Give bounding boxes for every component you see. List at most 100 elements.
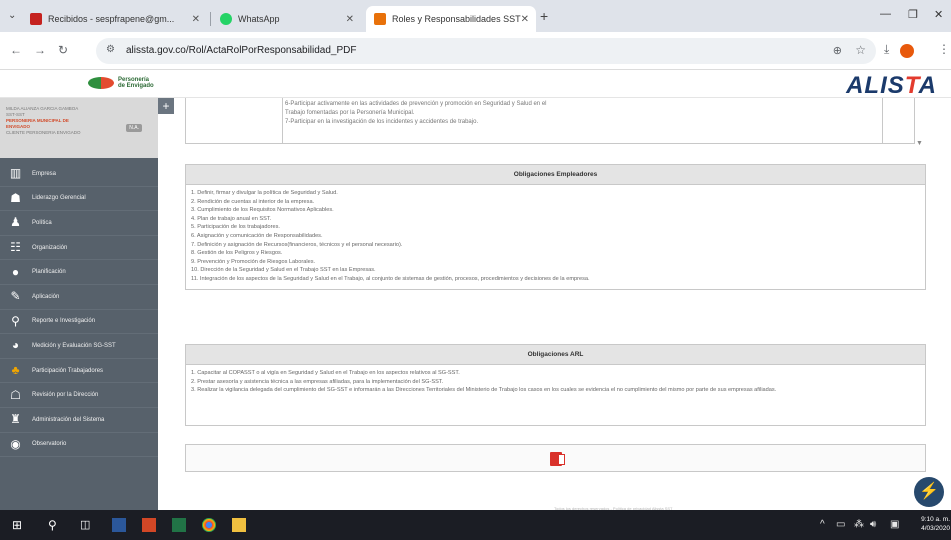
user-info: MILDA ALIANZA GARCIA GAMBOA SST-SST PERS… (0, 98, 158, 158)
responsibilities-table: 6-Participar activamente en las activida… (185, 98, 915, 144)
sidebar-item-empresa[interactable]: ▥ Empresa (0, 162, 158, 187)
clock-time: 9:10 a. m. (921, 516, 950, 523)
forward-icon[interactable]: → (34, 43, 46, 57)
sidebar-collapse-button[interactable]: + (158, 98, 174, 114)
maximize-icon[interactable]: ❐ (908, 8, 918, 21)
close-icon[interactable]: ✕ (346, 14, 354, 25)
browser-tab-strip: ⌄ Recibidos - sespfrapene@gm... ✕ WhatsA… (0, 0, 951, 32)
reload-icon[interactable]: ↻ (58, 43, 68, 57)
network-icon[interactable]: ▭ (836, 519, 845, 530)
scroll-down-arrow-icon[interactable]: ▼ (916, 140, 923, 147)
sidebar-item-administracion[interactable]: ♜ Administración del Sistema (0, 408, 158, 433)
sidebar-item-revision[interactable]: ☖ Revisión por la Dirección (0, 383, 158, 408)
excel-icon[interactable] (172, 518, 186, 532)
sidebar-item-label: Administración del Sistema (32, 416, 105, 423)
windows-taskbar: ⊞ ⚲ ◫ ^ ▭ ⁂ 🔊︎ ▣ 9:10 a. m. 4/03/2020 (0, 510, 951, 540)
flag-icon: ♟ (10, 215, 21, 230)
tab-title: Roles y Responsabilidades SST (392, 14, 521, 24)
chrome-icon[interactable] (202, 518, 216, 532)
obligation-item: 3. Realizar la vigilancia delegada del c… (191, 387, 777, 394)
obligation-item: 8. Gestión de los Peligros y Riesgos. (191, 250, 283, 257)
whatsapp-icon (220, 13, 232, 25)
sidebar-menu: ▥ Empresa ☗ Liderazgo Gerencial ♟ Políti… (0, 162, 158, 458)
status-badge: N.A. (126, 124, 142, 132)
tab-roles-sst[interactable]: Roles y Responsabilidades SST ✕ (366, 6, 536, 32)
zoom-icon[interactable]: ⊕ (833, 44, 842, 57)
responsibility-line: 6-Participar activamente en las activida… (285, 101, 547, 107)
responsibility-line: 7-Participar en la investigación de los … (285, 119, 479, 125)
site-info-icon[interactable]: ⚙ (106, 44, 115, 55)
alissta-favicon-icon (374, 13, 386, 25)
responsibilities-text: 6-Participar activamente en las activida… (285, 100, 546, 127)
arl-obligations-title: Obligaciones ARL (186, 345, 925, 365)
sidebar-item-liderazgo[interactable]: ☗ Liderazgo Gerencial (0, 187, 158, 212)
sidebar-item-observatorio[interactable]: ◉ Observatorio (0, 433, 158, 458)
sidebar-item-label: Empresa (32, 170, 57, 177)
employers-obligations-panel: Obligaciones Empleadores 1. Definir, fir… (185, 164, 926, 290)
admin-icon: ♜ (10, 412, 21, 427)
employers-obligations-title: Obligaciones Empleadores (186, 165, 925, 185)
obligation-item: 1. Definir, firmar y divulgar la polític… (191, 190, 338, 196)
obligation-item: 7. Definición y asignación de Recursos(f… (191, 241, 403, 248)
org-chart-icon: ☷ (10, 240, 21, 255)
sidebar-item-label: Política (32, 219, 52, 226)
sidebar-item-medicion[interactable]: ◕ Medición y Evaluación SG-SST (0, 334, 158, 359)
pdf-download-bar (185, 444, 926, 472)
tab-gmail[interactable]: Recibidos - sespfrapene@gm... ✕ (22, 6, 208, 32)
minimize-icon[interactable]: — (880, 8, 891, 20)
address-bar[interactable]: ⚙ alissta.gov.co/Rol/ActaRolPorResponsab… (96, 38, 876, 64)
obligation-item: 1. Capacitar al COPASST o al vigía en Se… (191, 370, 460, 376)
obligation-item: 6. Asignación y comunicación de Responsa… (191, 232, 323, 239)
notification-icon[interactable]: ▣ (890, 519, 899, 530)
browser-menu-icon[interactable]: ⋮ (938, 42, 950, 56)
chat-button[interactable]: ⚡ (914, 477, 944, 507)
language-icon[interactable]: ⁂ (854, 519, 864, 530)
sidebar-item-politica[interactable]: ♟ Política (0, 211, 158, 236)
sidebar-item-label: Liderazgo Gerencial (32, 195, 86, 202)
tab-title: Recibidos - sespfrapene@gm... (48, 14, 175, 24)
close-icon[interactable]: ✕ (521, 14, 529, 25)
word-icon[interactable] (112, 518, 126, 532)
sidebar-item-label: Revisión por la Dirección (32, 392, 99, 399)
bookmark-star-icon[interactable]: ☆ (855, 43, 866, 57)
sidebar-item-reporte[interactable]: ⚲ Reporte e Investigación (0, 310, 158, 335)
app-header: Personería de Envigado ALISTA (0, 70, 951, 99)
volume-icon[interactable]: 🔊︎ (870, 519, 876, 530)
tray-chevron-icon[interactable]: ^ (820, 519, 825, 530)
download-icon[interactable]: ⤓ (884, 42, 889, 57)
clock-date: 4/03/2020 (921, 525, 950, 532)
pdf-icon[interactable] (550, 452, 565, 466)
clock[interactable]: 9:10 a. m. 4/03/2020 (916, 515, 950, 533)
close-icon[interactable]: ✕ (192, 14, 200, 25)
close-window-icon[interactable]: ✕ (934, 8, 943, 21)
new-tab-button[interactable]: + (540, 8, 548, 24)
sidebar-item-participacion[interactable]: ♣ Participación Trabajadores (0, 359, 158, 384)
profile-avatar[interactable] (900, 44, 914, 58)
search-icon[interactable]: ⚲ (48, 518, 62, 532)
alista-logo: ALISTA (846, 72, 937, 99)
file-explorer-icon[interactable] (232, 518, 246, 532)
chart-icon: ◕ (11, 338, 20, 353)
sidebar-item-aplicacion[interactable]: ✎ Aplicación (0, 285, 158, 310)
windows-start-icon[interactable]: ⊞ (12, 518, 26, 532)
task-view-icon[interactable]: ◫ (80, 518, 94, 532)
obligation-item: 3. Cumplimiento de los Requisitos Normat… (191, 207, 334, 214)
tab-search-chevron-icon[interactable]: ⌄ (8, 10, 16, 21)
sidebar: MILDA ALIANZA GARCIA GAMBOA SST-SST PERS… (0, 98, 158, 510)
tab-title: WhatsApp (238, 14, 280, 24)
sidebar-item-label: Observatorio (32, 441, 67, 448)
powerpoint-icon[interactable] (142, 518, 156, 532)
sidebar-item-label: Planificación (32, 269, 66, 276)
obligation-item: 5. Participación de los trabajadores. (191, 224, 280, 231)
sidebar-item-planificacion[interactable]: ● Planificación (0, 260, 158, 285)
employers-obligations-list: 1. Definir, firmar y divulgar la polític… (186, 185, 925, 288)
back-icon[interactable]: ← (10, 43, 22, 57)
planning-icon: ● (11, 264, 20, 279)
responsibility-line: Trabajo fomentadas por la Personería Mun… (285, 110, 415, 116)
tab-whatsapp[interactable]: WhatsApp ✕ (212, 6, 362, 32)
user-tie-icon: ☗ (10, 190, 21, 205)
obligation-item: 2. Prestar asesoría y asistencia técnica… (191, 378, 444, 385)
sidebar-item-organizacion[interactable]: ☷ Organización (0, 236, 158, 261)
obligation-item: 2. Rendición de cuentas al interior de l… (191, 198, 315, 205)
url-text[interactable]: alissta.gov.co/Rol/ActaRolPorResponsabil… (126, 45, 356, 56)
